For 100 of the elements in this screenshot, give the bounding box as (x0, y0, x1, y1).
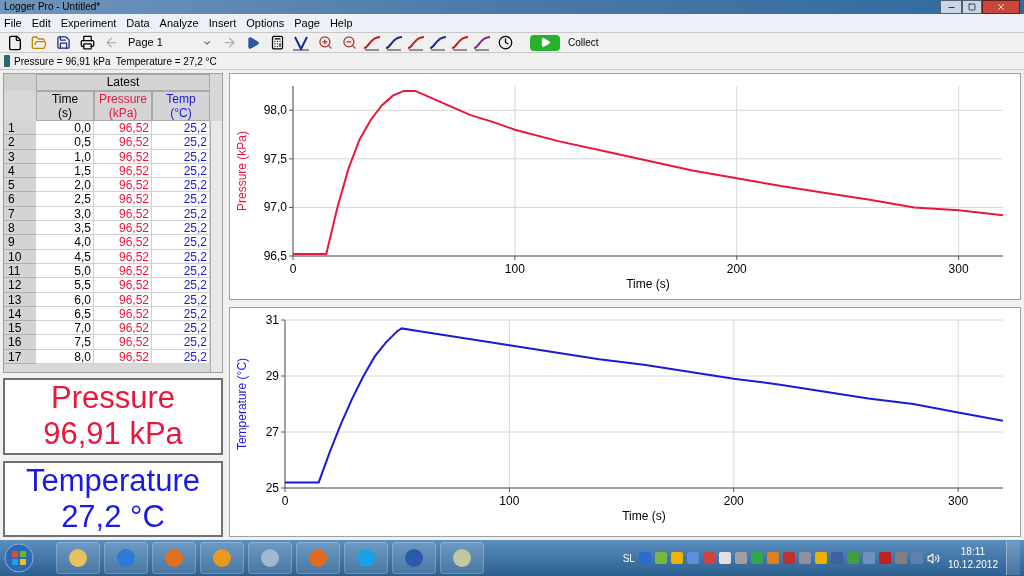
tray-icon[interactable] (766, 552, 779, 564)
menu-item[interactable]: Options (246, 17, 285, 29)
curve-icon[interactable] (406, 33, 426, 52)
restore-button[interactable] (962, 0, 982, 14)
curve-icon[interactable] (428, 33, 448, 52)
page-selector[interactable]: Page 1 (124, 33, 216, 52)
tray-icon[interactable] (750, 552, 763, 564)
table-cell: 96,52 (94, 135, 152, 150)
curve-icon[interactable] (384, 33, 404, 52)
row-number: 12 (4, 278, 36, 293)
app-icon (356, 548, 376, 568)
curve-icon[interactable] (472, 33, 492, 52)
menu-item[interactable]: Page (294, 17, 320, 29)
scrollbar[interactable] (210, 121, 222, 372)
taskbar-app-button[interactable] (440, 542, 484, 574)
y-axis-label: Pressure (kPa) (235, 131, 249, 211)
tray-icon[interactable] (862, 552, 875, 564)
row-number: 5 (4, 178, 36, 193)
y-axis-label: Temperature (°C) (235, 357, 249, 451)
app-icon (212, 548, 232, 568)
x-axis-label: Time (s) (622, 509, 666, 523)
tray-icon[interactable] (670, 552, 683, 564)
clock[interactable]: 18:11 10.12.2012 (943, 545, 1002, 571)
x-tick-label: 100 (499, 494, 520, 508)
app-icon (452, 548, 472, 568)
table-cell: 25,2 (152, 121, 210, 136)
menu-item[interactable]: Edit (31, 17, 51, 29)
meter-value: 27,2 °C (61, 498, 165, 535)
column-header: Temp (°C) (152, 91, 210, 121)
tray-icon[interactable] (798, 552, 811, 564)
meter-value: 96,91 kPa (43, 416, 183, 453)
table-cell: 7,0 (36, 321, 94, 336)
taskbar-app-button[interactable] (104, 542, 148, 574)
minimize-button[interactable] (940, 0, 962, 14)
taskbar-app-button[interactable] (344, 542, 388, 574)
tray-icon[interactable] (654, 552, 667, 564)
table-cell: 96,52 (94, 192, 152, 207)
language-indicator[interactable]: SL (622, 550, 635, 566)
y-tick-label: 29 (265, 369, 279, 383)
taskbar-app-button[interactable] (248, 542, 292, 574)
table-cell: 25,2 (152, 135, 210, 150)
row-number: 15 (4, 321, 36, 336)
tray-icon[interactable] (718, 552, 731, 564)
table-cell: 96,52 (94, 278, 152, 293)
sensor-icon (4, 55, 10, 67)
close-button[interactable] (982, 0, 1020, 14)
y-tick-label: 31 (265, 313, 279, 327)
show-desktop-button[interactable] (1006, 541, 1020, 575)
table-cell: 4,0 (36, 235, 94, 250)
y-tick-label: 27 (265, 425, 279, 439)
menu-item[interactable]: Help (329, 17, 353, 29)
start-button[interactable] (4, 543, 34, 573)
table-cell: 2,0 (36, 178, 94, 193)
app-icon (116, 548, 136, 568)
row-number: 6 (4, 192, 36, 207)
meter-label: Pressure (50, 380, 175, 417)
table-cell: 96,52 (94, 235, 152, 250)
volume-icon[interactable] (926, 551, 940, 565)
table-cell: 25,2 (152, 235, 210, 250)
taskbar-app-button[interactable] (392, 542, 436, 574)
restore-icon (968, 3, 976, 11)
close-icon (996, 2, 1006, 12)
y-tick-label: 97,0 (263, 200, 287, 215)
table-cell: 3,5 (36, 221, 94, 236)
column-group-header: Latest (36, 74, 210, 91)
taskbar-app-button[interactable] (152, 542, 196, 574)
x-tick-label: 100 (504, 262, 525, 276)
x-axis-label: Time (s) (626, 277, 670, 291)
taskbar-app-button[interactable] (200, 542, 244, 574)
table-cell: 96,52 (94, 321, 152, 336)
curve-icon[interactable] (450, 33, 470, 52)
menu-item[interactable]: Analyze (159, 17, 199, 29)
play-icon (530, 34, 560, 51)
table-cell: 25,2 (152, 192, 210, 207)
taskbar-app-button[interactable] (56, 542, 100, 574)
table-cell: 25,2 (152, 278, 210, 293)
x-tick-label: 300 (948, 494, 969, 508)
menu-item[interactable]: File (4, 17, 22, 29)
taskbar-app-button[interactable] (296, 542, 340, 574)
table-cell: 5,5 (36, 278, 94, 293)
menu-item[interactable]: Insert (208, 17, 237, 29)
menu-item[interactable]: Data (126, 17, 150, 29)
tray-icon[interactable] (734, 552, 747, 564)
row-number: 8 (4, 221, 36, 236)
table-cell: 0,0 (36, 121, 94, 136)
menu-item[interactable]: Experiment (60, 17, 117, 29)
tray-icon[interactable] (686, 552, 699, 564)
curve-icon[interactable] (362, 33, 382, 52)
table-cell: 25,2 (152, 335, 210, 350)
x-tick-label: 0 (281, 494, 289, 508)
row-number: 1 (4, 121, 36, 136)
table-cell: 7,5 (36, 335, 94, 350)
table-cell: 96,52 (94, 335, 152, 350)
tray-icon[interactable] (814, 552, 827, 564)
collect-button[interactable]: Collect (530, 33, 599, 52)
sensor-readings: Pressure = 96,91 kPa Temperature = 27,2 °C (14, 54, 217, 69)
app-icon (164, 548, 184, 568)
x-tick-label: 200 (723, 494, 744, 508)
x-tick-label: 0 (289, 262, 297, 276)
app-icon (308, 548, 328, 568)
